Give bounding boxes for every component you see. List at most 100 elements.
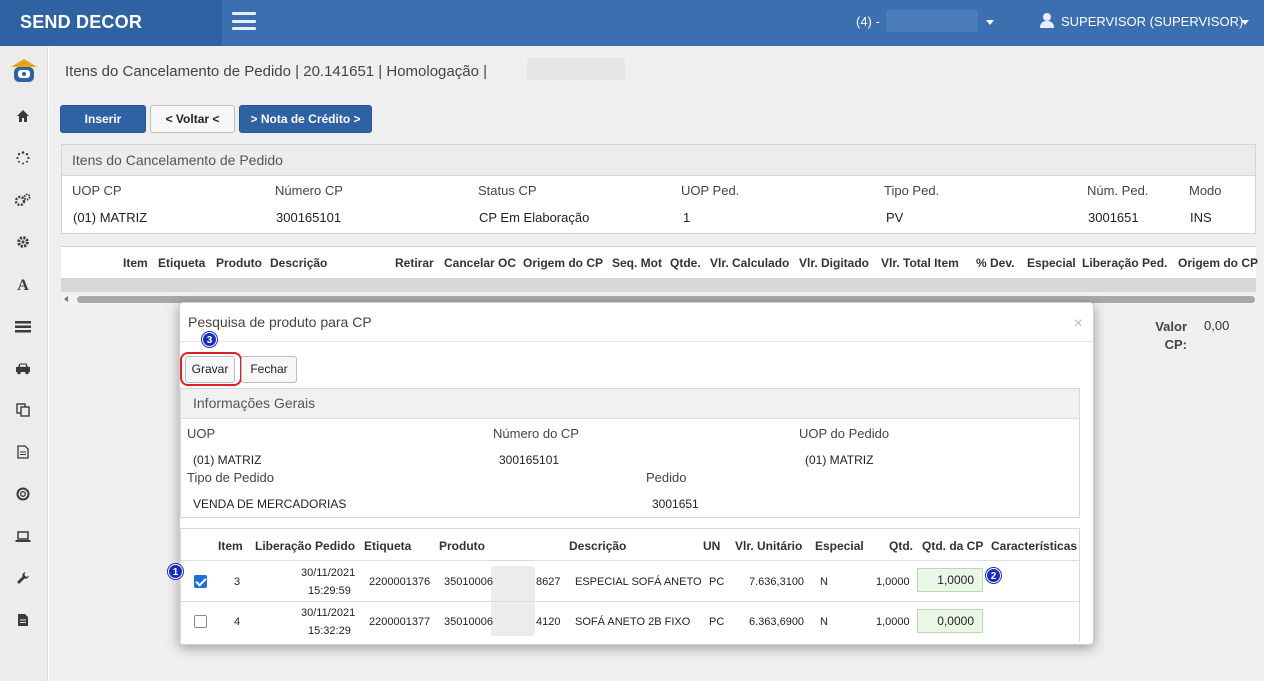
column-header[interactable]: Cancelar OC xyxy=(444,256,516,270)
col-item[interactable]: Item xyxy=(218,539,243,553)
qtd-cp-input[interactable]: 1,0000 xyxy=(917,568,983,592)
spinner-icon[interactable] xyxy=(14,151,32,169)
product-search-modal: Pesquisa de produto para CP × 3 Gravar F… xyxy=(179,302,1094,645)
row-produto-end: 4120 xyxy=(536,616,561,628)
wrench-icon[interactable] xyxy=(14,571,32,589)
close-button[interactable]: Fechar xyxy=(241,356,297,383)
gear-icon[interactable] xyxy=(14,235,32,253)
row-vlr-unitario: 6.363,6900 xyxy=(749,616,805,628)
laptop-icon[interactable] xyxy=(14,529,32,547)
tipo-ped-label: Tipo Ped. xyxy=(884,183,940,198)
col-qtd[interactable]: Qtd. xyxy=(889,539,913,553)
order-header-title: Itens do Cancelamento de Pedido xyxy=(62,145,1255,176)
user-menu[interactable]: SUPERVISOR (SUPERVISOR) xyxy=(1061,14,1243,29)
title-redacted xyxy=(527,58,625,80)
column-header[interactable]: Vlr. Digitado xyxy=(799,256,869,270)
uop-do-pedido-label: UOP do Pedido xyxy=(799,426,890,441)
annotation-badge-3: 3 xyxy=(202,332,217,347)
column-header[interactable]: Etiqueta xyxy=(158,256,205,270)
row-qtd: 1,0000 xyxy=(876,616,910,628)
valor-cp-value: 0,00 xyxy=(1204,318,1230,333)
column-header[interactable]: Origem do CP xyxy=(523,256,603,270)
save-button[interactable]: Gravar xyxy=(185,356,235,383)
row-produto-start: 35010006 xyxy=(444,616,493,628)
annotation-badge-2: 2 xyxy=(986,568,1001,583)
column-header[interactable]: Origem do CP xyxy=(1178,256,1258,270)
gears-icon[interactable] xyxy=(14,193,32,211)
home-icon[interactable] xyxy=(14,109,32,127)
col-vlr-unitario[interactable]: Vlr. Unitário xyxy=(735,539,802,553)
column-header[interactable]: Vlr. Total Item xyxy=(881,256,959,270)
insert-button[interactable]: Inserir xyxy=(60,105,146,133)
menu-toggle-icon[interactable] xyxy=(232,12,256,30)
car-icon[interactable] xyxy=(14,361,32,379)
uop-cp-value: (01) MATRIZ xyxy=(73,210,148,225)
numero-do-cp-label: Número do CP xyxy=(493,426,579,441)
uop-value: (01) MATRIZ xyxy=(193,453,262,467)
pedido-value: 3001651 xyxy=(652,497,699,511)
uop-ped-label: UOP Ped. xyxy=(681,183,740,198)
credit-note-button[interactable]: > Nota de Crédito > xyxy=(239,105,372,133)
top-navbar: SEND DECOR (4) - SUPERVISOR (SUPERVISOR) xyxy=(0,0,1264,46)
uop-cp-label: UOP CP xyxy=(72,183,122,198)
column-header[interactable]: % Dev. xyxy=(976,256,1014,270)
font-icon[interactable]: A xyxy=(14,277,32,295)
row-item: 4 xyxy=(234,616,241,628)
app-brand[interactable]: SEND DECOR xyxy=(0,0,222,46)
company-name-redacted xyxy=(886,10,978,32)
col-caracteristicas[interactable]: Características xyxy=(991,539,1077,553)
column-header[interactable]: Liberação Ped. xyxy=(1082,256,1167,270)
row-select-checkbox[interactable] xyxy=(194,575,207,588)
row-lib-time: 15:29:59 xyxy=(308,585,351,597)
modal-divider xyxy=(180,341,1093,342)
company-selector-prefix[interactable]: (4) - xyxy=(856,14,880,29)
col-descricao[interactable]: Descrição xyxy=(569,539,626,553)
row-lib-date: 30/11/2021 xyxy=(301,607,356,619)
col-liberacao-pedido[interactable]: Liberação Pedido xyxy=(255,539,355,553)
column-header[interactable]: Descrição xyxy=(270,256,327,270)
row-un: PC xyxy=(709,616,725,628)
uop-label: UOP xyxy=(187,426,216,441)
uop-ped-value: 1 xyxy=(683,210,691,225)
close-icon[interactable]: × xyxy=(1074,315,1083,333)
user-icon xyxy=(1040,13,1054,29)
modo-label: Modo xyxy=(1189,183,1222,198)
document-icon[interactable] xyxy=(14,445,32,463)
num-ped-value: 3001651 xyxy=(1088,210,1139,225)
column-header[interactable]: Item xyxy=(123,256,148,270)
items-grid-empty-row xyxy=(61,278,1256,292)
col-etiqueta[interactable]: Etiqueta xyxy=(364,539,411,553)
tipo-ped-value: PV xyxy=(886,210,904,225)
row-lib-time: 15:32:29 xyxy=(308,625,351,637)
company-dropdown-caret-icon[interactable] xyxy=(986,20,994,25)
copy-icon[interactable] xyxy=(14,403,32,421)
qtd-cp-input[interactable]: 0,0000 xyxy=(917,609,983,633)
header-divider xyxy=(181,560,1079,561)
app-logo-icon[interactable] xyxy=(10,58,38,84)
col-especial[interactable]: Especial xyxy=(815,539,864,553)
column-header[interactable]: Produto xyxy=(216,256,262,270)
file-text-icon[interactable] xyxy=(14,613,32,631)
column-header[interactable]: Retirar xyxy=(395,256,434,270)
general-info-panel: Informações Gerais UOP (01) MATRIZ Númer… xyxy=(180,388,1080,518)
annotation-badge-1: 1 xyxy=(168,564,183,579)
num-ped-label: Núm. Ped. xyxy=(1087,183,1149,198)
tipo-de-pedido-label: Tipo de Pedido xyxy=(187,470,274,485)
col-un[interactable]: UN xyxy=(703,539,720,553)
col-produto[interactable]: Produto xyxy=(439,539,485,553)
life-ring-icon[interactable] xyxy=(14,487,32,505)
column-header[interactable]: Especial xyxy=(1027,256,1076,270)
column-header[interactable]: Seq. Mot xyxy=(612,256,662,270)
row-produto-start: 35010006 xyxy=(444,576,493,588)
scroll-left-arrow-icon[interactable] xyxy=(64,296,68,302)
row-select-checkbox[interactable] xyxy=(194,615,207,628)
column-header[interactable]: Qtde. xyxy=(670,256,701,270)
col-qtd-da-cp[interactable]: Qtd. da CP xyxy=(922,539,983,553)
tipo-de-pedido-value: VENDA DE MERCADORIAS xyxy=(193,497,347,511)
row-un: PC xyxy=(709,576,725,588)
column-header[interactable]: Vlr. Calculado xyxy=(710,256,789,270)
product-code-redacted xyxy=(491,605,535,635)
list-icon[interactable] xyxy=(14,319,32,337)
user-dropdown-caret-icon[interactable] xyxy=(1241,20,1249,25)
back-button[interactable]: < Voltar < xyxy=(150,105,235,133)
